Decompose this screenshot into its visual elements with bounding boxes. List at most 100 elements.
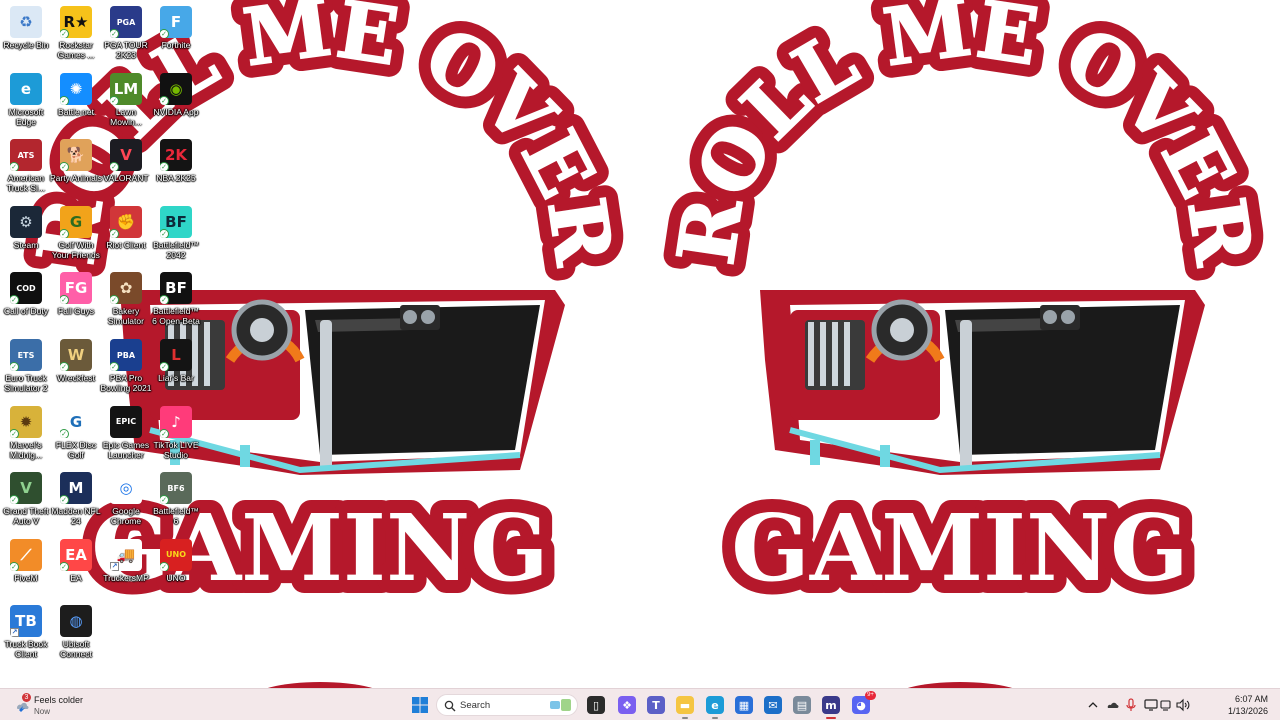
taskbar-app-button[interactable]: ◕ 9+ [850,691,876,716]
taskbar-app-button[interactable]: ▬ [674,694,696,719]
taskbar-app-button[interactable]: T [645,694,667,716]
desktop-shortcut[interactable]: ✊ ✓ Riot Client [100,204,152,268]
taskbar-app-button[interactable]: ✉ [762,694,784,716]
desktop-shortcut-label: EA [70,572,82,583]
desktop-shortcut[interactable]: 🚚 ↗ TruckersMP [100,537,152,601]
clock-date: 1/13/2026 [1227,706,1268,716]
desktop-shortcut[interactable]: 🐕 ✓ Party Animals [50,137,102,201]
logo-arc-text: ROLL ME OVER [661,0,1269,271]
weather-alert-badge: 3 [22,693,31,702]
onedrive-icon[interactable] [1106,698,1120,712]
desktop-shortcut-label: Liar's Bar [158,373,194,383]
desktop-shortcut[interactable]: BF6 ✓ Battlefield™ 6 [150,470,202,534]
desktop-shortcut[interactable]: ✺ ✓ Battle.net [50,71,102,135]
desktop-shortcut[interactable]: ✿ ✓ Bakery Simulator [100,270,152,334]
desktop-shortcut-label: Battle.net [58,106,94,117]
desktop-shortcut[interactable]: L ✓ Liar's Bar [150,337,202,401]
chevron-up-icon[interactable] [1086,698,1100,712]
windows-logo-icon [412,697,428,713]
desktop-shortcut[interactable]: ⚙ Steam [0,204,52,268]
desktop-shortcut-label: Google Chrome [110,506,142,527]
icon-glyph: V [20,479,32,498]
desktop-shortcut[interactable]: EPIC Epic Games Launcher [100,404,152,468]
weather-widget[interactable]: 3 Feels colder Now [12,693,132,717]
sync-status-icon: ✓ [10,428,19,438]
desktop-shortcut[interactable]: R★ ✓ Rockstar Games ... [50,4,102,68]
desktop-shortcut[interactable]: EA ✓ EA [50,537,102,601]
desktop-shortcut[interactable]: TB ↗ Truck Book Client [0,603,52,667]
network-icon[interactable] [1160,698,1174,712]
desktop-shortcut[interactable]: M ✓ Madden NFL 24 [50,470,102,534]
desktop-shortcut-label: Lawn Mowin... [110,106,142,127]
desktop-shortcut[interactable]: F ✓ Fortnite [150,4,202,68]
desktop-shortcut-label: TikTok LIVE Studio [153,439,199,460]
file-explorer-icon: ▬ [676,696,694,714]
desktop-shortcut-label: Bakery Simulator [108,306,144,327]
desktop-shortcut-label: Golf With Your Friends [52,239,100,260]
desktop-shortcut[interactable]: V ✓ Grand Theft Auto V [0,470,52,534]
desktop-shortcut[interactable]: COD ✓ Call of Duty [0,270,52,334]
icon-glyph: ♻ [19,13,33,31]
icon-glyph: M [68,479,84,498]
desktop-shortcut[interactable]: ◍ Ubisoft Connect [50,603,102,667]
taskbar-clock[interactable]: 6:07 AM 1/13/2026 [1216,693,1268,717]
desktop-shortcut[interactable]: G ✓ Golf With Your Friends [50,204,102,268]
edge-taskbar-icon: e [706,696,724,714]
battlefield-6-icon: BF6 ✓ [160,472,192,505]
icon-glyph: V [120,146,132,165]
icon-glyph: PGA [116,17,136,27]
desktop-shortcut[interactable]: ETS ✓ Euro Truck Simulator 2 [0,337,52,401]
desktop-shortcut[interactable]: PGA ✓ PGA TOUR 2K23 [100,4,152,68]
taskbar-app-button[interactable]: m [820,694,842,719]
desktop-shortcut[interactable]: e Microsoft Edge [0,71,52,135]
desktop-shortcut[interactable]: UNO ✓ UNO [150,537,202,601]
desktop-shortcut-label: Marvel's Midnig... [9,439,43,460]
desktop-shortcut[interactable]: ⟋ ✓ FiveM [0,537,52,601]
taskbar-app-button[interactable]: ▦ [733,694,755,716]
desktop-shortcut[interactable]: PBA ✓ PBA Pro Bowling 2021 [100,337,152,401]
desktop-shortcut[interactable]: FG ✓ Fall Guys [50,270,102,334]
display-icon[interactable] [1144,698,1158,712]
ea-icon: EA ✓ [60,538,92,571]
sync-status-icon: ✓ [10,362,19,371]
taskbar-search-box[interactable]: Search [436,694,578,716]
icon-glyph: L [171,346,181,364]
desktop-shortcut-label: UNO [166,572,186,583]
desktop-shortcut[interactable]: ATS ✓ American Truck Si... [0,137,52,201]
icon-glyph: ETS [17,350,35,360]
party-animals-icon: 🐕 ✓ [60,139,92,172]
icon-glyph: UNO [166,550,186,560]
sync-status-icon: ✓ [110,362,119,371]
desktop-shortcut[interactable]: 2K ✓ NBA 2K25 [150,137,202,201]
nba-2k25-icon: 2K ✓ [160,139,192,172]
desktop-shortcut[interactable]: ♻ Recycle Bin [0,4,52,68]
desktop-shortcut[interactable]: BF ✓ Battlefield™ 2042 [150,204,202,268]
taskbar-app-button[interactable]: e [704,694,726,719]
desktop-shortcut[interactable]: V ✓ VALORANT [100,137,152,201]
icon-glyph: ⚙ [19,212,33,231]
euro-truck-icon: ETS ✓ [10,339,42,371]
desktop-shortcut[interactable]: BF ✓ Battlefield™ 6 Open Beta [150,270,202,334]
liars-bar-icon: L ✓ [160,339,192,371]
desktop-shortcut[interactable]: ♪ ✓ TikTok LIVE Studio [150,404,202,468]
taskbar-app-button[interactable]: ▯ [585,694,607,716]
desktop-shortcut[interactable]: ✹ ✓ Marvel's Midnig... [0,404,52,468]
desktop-shortcut[interactable]: LM ✓ Lawn Mowin... [100,71,152,135]
search-placeholder: Search [460,700,491,711]
riot-client-icon: ✊ ✓ [110,205,142,238]
valorant-icon: V ✓ [110,139,142,172]
volume-icon[interactable] [1176,698,1190,712]
icon-glyph: R★ [63,13,89,31]
microphone-icon[interactable] [1124,698,1138,712]
sync-status-icon: ✓ [10,162,19,172]
sync-status-icon: ✓ [160,561,169,571]
start-button[interactable] [409,694,431,716]
sync-status-icon: ✓ [160,428,169,438]
taskbar-app-button[interactable]: ▤ [791,694,813,716]
desktop-shortcut[interactable]: ◉ ✓ NVIDIA App [150,71,202,135]
nvidia-icon: ◉ ✓ [160,72,192,105]
desktop-shortcut[interactable]: G ✓ FLEX Disc Golf [50,404,102,468]
desktop-shortcut[interactable]: ◎ Google Chrome [100,470,152,534]
desktop-shortcut[interactable]: W ✓ Wreckfest [50,337,102,401]
taskbar-app-button[interactable]: ❖ [616,694,638,716]
